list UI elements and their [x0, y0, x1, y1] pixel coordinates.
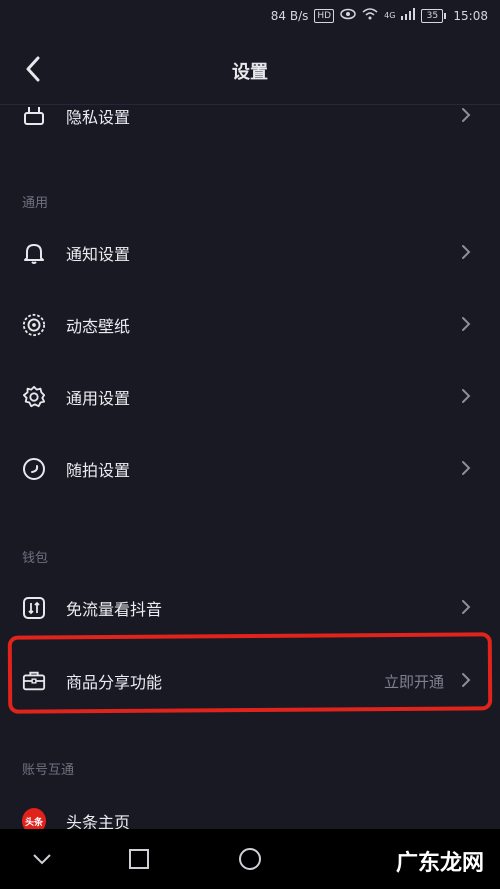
- wallpaper-icon: [22, 313, 46, 337]
- row-label: 随拍设置: [66, 461, 131, 480]
- settings-row-notify[interactable]: 通知设置: [0, 217, 500, 289]
- chevron-right-icon: [456, 385, 476, 410]
- eye-icon: [340, 8, 356, 23]
- gear-icon: [22, 385, 46, 409]
- briefcase-icon: [22, 669, 46, 693]
- hd-icon: HD: [314, 8, 335, 23]
- data-traffic-icon: [22, 596, 46, 620]
- square-icon: [129, 849, 149, 869]
- row-label: 动态壁纸: [66, 317, 131, 336]
- privacy-icon: [22, 104, 46, 128]
- signal-icon: [401, 8, 416, 23]
- settings-row-freeflow[interactable]: 免流量看抖音: [0, 572, 500, 644]
- status-icons: 84 B/s HD 4G 35 15:08: [271, 8, 488, 23]
- wifi-icon: [362, 8, 378, 23]
- chevron-right-icon: [456, 104, 476, 129]
- circle-icon: [239, 848, 261, 870]
- bell-icon: [22, 241, 46, 265]
- chevron-right-icon: [456, 241, 476, 266]
- row-label: 隐私设置: [66, 108, 131, 127]
- section-header-account: 账号互通: [22, 763, 75, 778]
- section-header-wallet: 钱包: [22, 551, 49, 566]
- row-label: 通用设置: [66, 389, 131, 408]
- clock: 15:08: [453, 8, 488, 23]
- activate-now-text: 立即开通: [383, 672, 444, 691]
- chevron-right-icon: [456, 457, 476, 482]
- chevron-right-icon: [456, 596, 476, 621]
- chevron-right-icon: [456, 313, 476, 338]
- settings-row-wallpaper[interactable]: 动态壁纸: [0, 289, 500, 361]
- watermark-text: 广东龙网: [395, 851, 484, 876]
- snap-icon: [22, 457, 46, 481]
- nav-back-button[interactable]: [24, 843, 60, 875]
- chevron-right-icon: [456, 669, 476, 694]
- network-type: 4G: [384, 11, 396, 20]
- settings-row-goods-share[interactable]: 商品分享功能 立即开通: [0, 645, 500, 717]
- settings-row-snap[interactable]: 随拍设置: [0, 433, 500, 505]
- row-label: 通知设置: [66, 245, 131, 264]
- row-label: 免流量看抖音: [66, 600, 163, 619]
- status-bar: 84 B/s HD 4G 35 15:08: [0, 0, 500, 34]
- row-label: 商品分享功能: [66, 673, 163, 692]
- chevron-down-icon: [33, 854, 51, 865]
- nav-home-button[interactable]: [232, 843, 268, 875]
- system-nav-bar: 广东龙网: [0, 829, 500, 889]
- nav-recents-button[interactable]: [121, 843, 157, 875]
- settings-row-privacy[interactable]: 隐私设置: [0, 80, 500, 152]
- battery-icon: 35: [421, 8, 447, 23]
- network-speed: 84 B/s: [270, 8, 309, 23]
- section-header-general: 通用: [22, 196, 49, 211]
- settings-row-general[interactable]: 通用设置: [0, 361, 500, 433]
